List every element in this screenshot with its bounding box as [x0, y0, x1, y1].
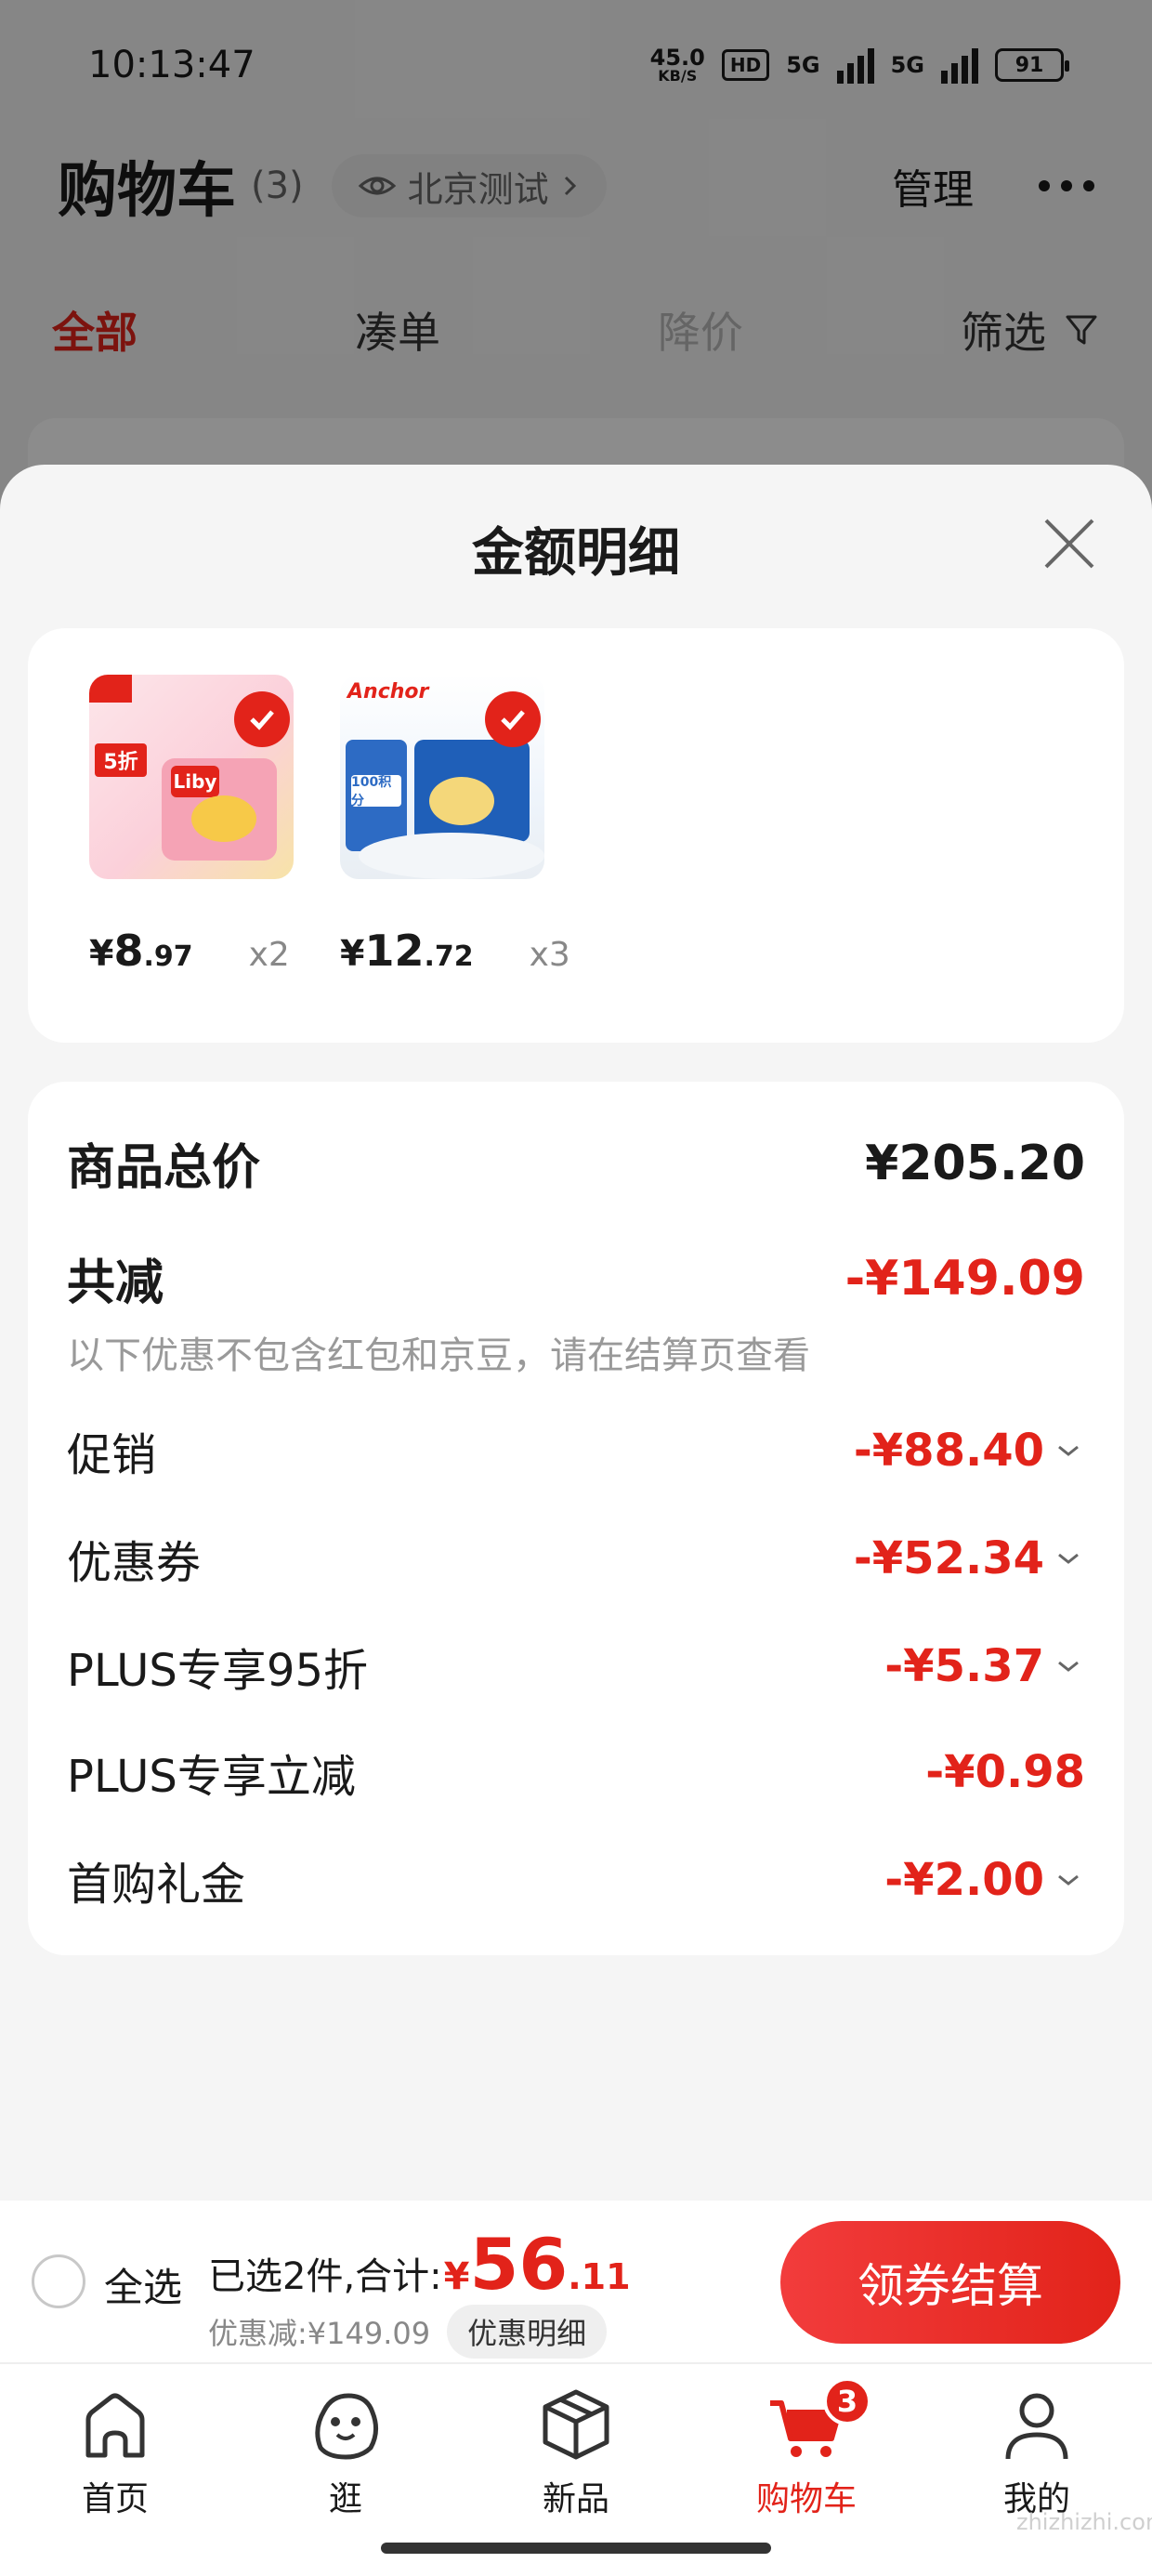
page: 10:13:47 45.0 KB/S HD 5G 5G 91 购物车 (3) 北…	[0, 0, 1152, 2576]
goods-total-row: 商品总价 ¥205.20	[67, 1128, 1085, 1198]
total-yen: ¥	[443, 2255, 470, 2298]
tab-cart[interactable]: 3 购物车	[691, 2377, 922, 2520]
price-decimal: .72	[424, 940, 474, 973]
promotion-label: 促销	[67, 1429, 157, 1481]
first-purchase-label: 首购礼金	[67, 1859, 246, 1911]
product-price: ¥ 12 .72 x3	[340, 926, 591, 976]
tab-me[interactable]: 我的	[922, 2383, 1152, 2520]
coupon-value: -¥52.34	[853, 1532, 1044, 1584]
total-integer: 56	[469, 2223, 569, 2306]
cart-badge: 3	[823, 2377, 871, 2425]
price-integer: 12	[364, 926, 425, 976]
tab-browse-label: 逛	[328, 2480, 362, 2518]
promotion-row[interactable]: 促销 -¥88.40	[67, 1418, 1085, 1483]
sheet-title: 金额明细	[472, 523, 680, 584]
product-brand: Anchor	[347, 680, 429, 703]
price-yen: ¥	[340, 933, 365, 974]
selected-products-card: 5折 Liby ¥ 8 .97 x2 Anchor 100积分 ¥ 12 .72…	[28, 628, 1124, 1043]
product-tag: 100积分	[351, 775, 401, 808]
total-decimal: .11	[568, 2256, 631, 2297]
tab-new-label: 新品	[542, 2480, 609, 2518]
promotion-value: -¥88.40	[853, 1425, 1044, 1477]
savings-text: 优惠减:¥149.09	[208, 2316, 431, 2351]
tab-new[interactable]: 新品	[461, 2383, 691, 2520]
goods-total-value: ¥205.20	[865, 1135, 1085, 1191]
total-reduction-row: 共减 -¥149.09	[67, 1243, 1085, 1313]
product-item[interactable]: 5折 Liby ¥ 8 .97 x2	[89, 675, 340, 976]
product-image: Anchor 100积分	[340, 675, 544, 879]
chevron-down-icon	[1058, 1874, 1079, 1886]
checkout-bar: 全选 已选2件,合计: ¥ 56 .11 优惠减:¥149.09 优惠明细 领券…	[0, 2201, 1152, 2362]
plus-discount-label: PLUS专享95折	[67, 1645, 368, 1697]
plus-instant-value: -¥0.98	[925, 1746, 1085, 1798]
home-icon	[85, 2393, 145, 2458]
coupon-row[interactable]: 优惠券 -¥52.34	[67, 1526, 1085, 1591]
selected-count-text: 已选2件,合计:	[208, 2255, 442, 2298]
price-integer: 8	[113, 926, 144, 976]
product-tag: 5折	[95, 743, 147, 777]
discount-note: 以下优惠不包含红包和京豆，请在结算页查看	[67, 1334, 810, 1377]
home-indicator[interactable]	[381, 2543, 771, 2554]
plus-instant-row: PLUS专享立减 -¥0.98	[67, 1740, 1085, 1805]
product-quantity: x3	[529, 936, 570, 974]
product-quantity: x2	[248, 936, 290, 974]
checkmark-icon	[485, 691, 541, 747]
tab-browse[interactable]: 逛	[230, 2383, 461, 2520]
watermark: zhizhizhi.com	[1016, 2509, 1152, 2535]
discount-detail-button[interactable]: 优惠明细	[447, 2305, 608, 2359]
select-all-label[interactable]: 全选	[104, 2256, 182, 2313]
chevron-down-icon	[1058, 1445, 1079, 1456]
tab-home[interactable]: 首页	[0, 2383, 230, 2520]
plus-instant-label: PLUS专享立减	[67, 1751, 356, 1803]
first-purchase-row[interactable]: 首购礼金 -¥2.00	[67, 1847, 1085, 1912]
close-icon[interactable]	[1039, 513, 1100, 574]
user-icon	[1005, 2393, 1068, 2460]
chevron-down-icon	[1058, 1553, 1079, 1564]
chevron-down-icon	[1058, 1661, 1079, 1672]
coupon-label: 优惠券	[67, 1537, 202, 1589]
tab-home-label: 首页	[81, 2480, 149, 2518]
tab-cart-label: 购物车	[755, 2480, 857, 2518]
product-price: ¥ 8 .97 x2	[89, 926, 340, 976]
box-icon	[543, 2389, 609, 2460]
price-yen: ¥	[89, 933, 114, 974]
price-decimal: .97	[143, 940, 193, 973]
savings-line: 优惠减:¥149.09 优惠明细	[208, 2305, 608, 2359]
first-purchase-value: -¥2.00	[884, 1854, 1044, 1906]
goods-total-label: 商品总价	[67, 1140, 261, 1196]
total-reduction-label: 共减	[67, 1255, 164, 1311]
total-reduction-value: -¥149.09	[844, 1250, 1085, 1307]
price-breakdown-card: 商品总价 ¥205.20 共减 -¥149.09 以下优惠不包含红包和京豆，请在…	[28, 1082, 1124, 1955]
checkout-button[interactable]: 领券结算	[780, 2221, 1120, 2344]
product-item[interactable]: Anchor 100积分 ¥ 12 .72 x3	[340, 675, 591, 976]
browse-face-icon	[315, 2393, 378, 2460]
plus-discount-value: -¥5.37	[884, 1640, 1044, 1692]
order-summary: 已选2件,合计: ¥ 56 .11	[208, 2223, 631, 2306]
product-image: 5折 Liby	[89, 675, 294, 879]
product-brand: Liby	[171, 766, 219, 797]
plus-discount-row[interactable]: PLUS专享95折 -¥5.37	[67, 1634, 1085, 1699]
checkmark-icon	[234, 691, 290, 747]
select-all-radio[interactable]	[32, 2254, 85, 2308]
